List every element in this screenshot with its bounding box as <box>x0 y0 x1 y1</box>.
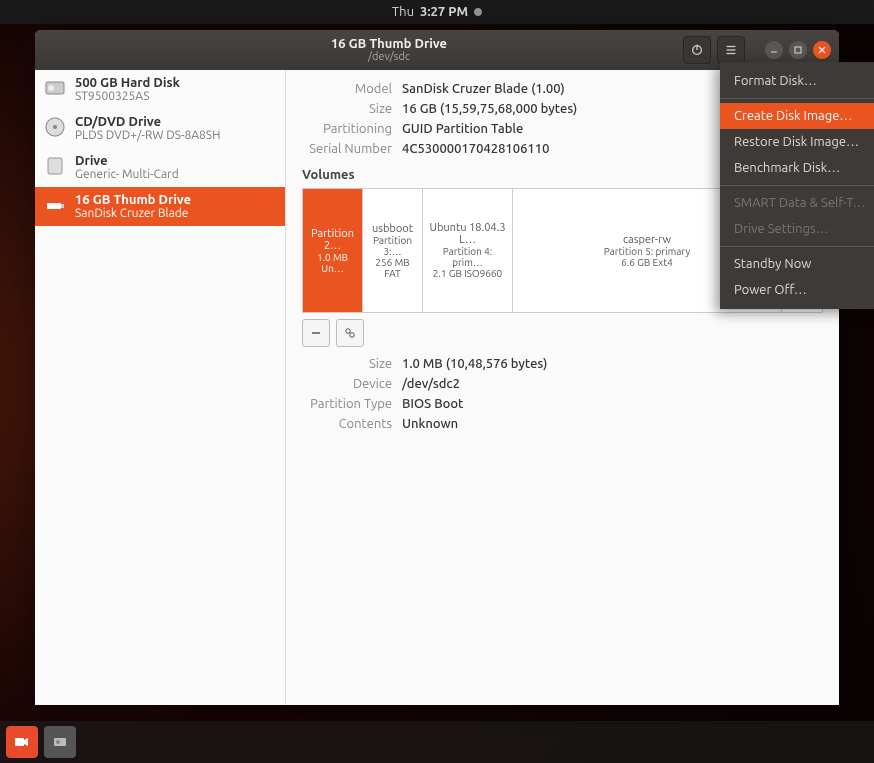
card-reader-icon <box>43 154 67 178</box>
titlebar: 16 GB Thumb Drive /dev/sdc <box>35 30 839 70</box>
volume-ubuntu[interactable]: Ubuntu 18.04.3 L… Partition 4: prim… 2.1… <box>423 189 513 312</box>
close-icon <box>818 46 826 54</box>
menu-create-disk-image[interactable]: Create Disk Image… <box>720 103 874 129</box>
menu-smart-data: SMART Data & Self-T… <box>720 190 874 216</box>
device-hard-disk[interactable]: 500 GB Hard DiskST9500325AS <box>35 70 285 109</box>
menu-separator <box>720 98 874 99</box>
maximize-icon <box>794 46 802 54</box>
taskbar <box>0 721 874 763</box>
label-serial: Serial Number <box>302 142 402 156</box>
volume-settings-button[interactable] <box>336 319 364 347</box>
cogs-icon <box>344 327 356 339</box>
harddisk-icon <box>43 76 67 100</box>
label-partitioning: Partitioning <box>302 122 402 136</box>
device-cd-dvd[interactable]: CD/DVD DrivePLDS DVD+/-RW DS-8A8SH <box>35 109 285 148</box>
vol-label-contents: Contents <box>302 417 402 431</box>
remove-volume-button[interactable] <box>302 319 330 347</box>
system-topbar: Thu 3:27 PM <box>0 0 874 24</box>
menu-format-disk[interactable]: Format Disk… <box>720 68 874 94</box>
topbar-day: Thu <box>392 5 414 19</box>
vol-value-ptype: BIOS Boot <box>402 397 463 411</box>
disc-icon <box>43 115 67 139</box>
power-icon <box>690 43 704 57</box>
menu-standby-now[interactable]: Standby Now <box>720 251 874 277</box>
hamburger-menu-button[interactable] <box>717 36 745 64</box>
menu-separator <box>720 185 874 186</box>
window-subtitle: /dev/sdc <box>95 51 683 63</box>
minus-icon <box>310 327 322 339</box>
disks-window: 16 GB Thumb Drive /dev/sdc 500 GB Hard D… <box>35 30 839 705</box>
minimize-icon <box>770 46 778 54</box>
hamburger-icon <box>724 43 738 57</box>
maximize-button[interactable] <box>789 41 807 59</box>
value-partitioning: GUID Partition Table <box>402 122 523 136</box>
vol-value-size: 1.0 MB (10,48,576 bytes) <box>402 357 547 371</box>
vol-value-contents: Unknown <box>402 417 458 431</box>
value-serial: 4C530000170428106110 <box>402 142 549 156</box>
device-multicard[interactable]: DriveGeneric- Multi-Card <box>35 148 285 187</box>
disk-options-menu: Format Disk… Create Disk Image… Restore … <box>720 62 874 309</box>
label-size: Size <box>302 102 402 116</box>
menu-power-off[interactable]: Power Off… <box>720 277 874 303</box>
menu-restore-disk-image[interactable]: Restore Disk Image… <box>720 129 874 155</box>
window-title: 16 GB Thumb Drive <box>95 37 683 51</box>
menu-benchmark-disk[interactable]: Benchmark Disk… <box>720 155 874 181</box>
menu-separator <box>720 246 874 247</box>
usb-drive-icon <box>43 193 67 217</box>
topbar-time: 3:27 PM <box>420 5 468 19</box>
minimize-button[interactable] <box>765 41 783 59</box>
device-thumb-drive[interactable]: 16 GB Thumb DriveSanDisk Cruzer Blade <box>35 187 285 226</box>
vol-label-size: Size <box>302 357 402 371</box>
disk-utility-icon <box>51 733 69 751</box>
value-size: 16 GB (15,59,75,68,000 bytes) <box>402 102 577 116</box>
vol-label-ptype: Partition Type <box>302 397 402 411</box>
menu-drive-settings: Drive Settings… <box>720 216 874 242</box>
volume-usbboot[interactable]: usbboot Partition 3:… 256 MB FAT <box>363 189 423 312</box>
label-model: Model <box>302 82 402 96</box>
close-button[interactable] <box>813 41 831 59</box>
camcorder-icon <box>13 733 31 751</box>
vol-value-device: /dev/sdc2 <box>402 377 460 391</box>
screen-recorder-icon[interactable] <box>6 726 38 758</box>
indicator-dot <box>474 8 482 16</box>
disks-app-icon[interactable] <box>44 726 76 758</box>
device-sidebar: 500 GB Hard DiskST9500325AS CD/DVD Drive… <box>35 70 286 705</box>
volume-partition2[interactable]: Partition 2… 1.0 MB Un… <box>303 189 363 312</box>
value-model: SanDisk Cruzer Blade (1.00) <box>402 82 565 96</box>
power-button[interactable] <box>683 36 711 64</box>
vol-label-device: Device <box>302 377 402 391</box>
